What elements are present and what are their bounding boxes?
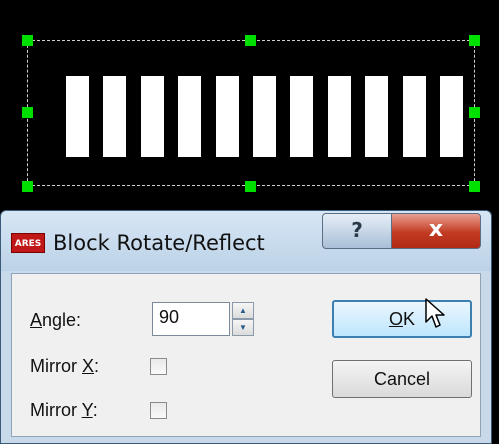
close-button[interactable]: x xyxy=(391,213,481,249)
selection-handle[interactable] xyxy=(22,107,33,118)
pad-bar xyxy=(66,76,89,157)
selection-handle[interactable] xyxy=(22,181,33,192)
ok-button[interactable]: OK xyxy=(332,300,472,338)
selection-handle[interactable] xyxy=(469,35,480,46)
mouse-cursor-icon xyxy=(425,298,445,328)
dialog-client-area: Angle: 90 ▲ ▼ Mirror X: Mirror Y: OK Can… xyxy=(11,273,481,437)
mirror-x-checkbox[interactable] xyxy=(150,358,167,375)
pad-bar xyxy=(253,76,276,157)
spin-down-button[interactable]: ▼ xyxy=(232,319,254,336)
angle-input[interactable]: 90 xyxy=(152,302,230,336)
selection-handle[interactable] xyxy=(469,107,480,118)
block-rotate-reflect-dialog: ARES Block Rotate/Reflect ? x Angle: 90 … xyxy=(0,210,492,444)
design-canvas[interactable] xyxy=(0,0,499,210)
selection-handle[interactable] xyxy=(22,35,33,46)
dialog-title: Block Rotate/Reflect xyxy=(53,231,265,255)
angle-label: Angle: xyxy=(30,310,82,330)
pad-bar xyxy=(216,76,239,157)
selection-handle[interactable] xyxy=(469,181,480,192)
pad-bar xyxy=(141,76,164,157)
pad-bar xyxy=(365,76,388,157)
mirror-y-label: Mirror Y: xyxy=(30,400,98,420)
cancel-button[interactable]: Cancel xyxy=(332,360,472,398)
pad-bar xyxy=(290,76,313,157)
selection-handle[interactable] xyxy=(245,35,256,46)
title-bar[interactable]: ARES Block Rotate/Reflect ? x xyxy=(1,211,491,271)
help-button[interactable]: ? xyxy=(322,213,392,249)
pad-bar xyxy=(440,76,463,157)
ares-app-icon: ARES xyxy=(11,233,45,253)
mirror-x-label: Mirror X: xyxy=(30,356,100,376)
pad-bar xyxy=(328,76,351,157)
spin-up-button[interactable]: ▲ xyxy=(232,302,254,319)
selection-handle[interactable] xyxy=(245,181,256,192)
pad-bar xyxy=(178,76,201,157)
mirror-y-checkbox[interactable] xyxy=(150,402,167,419)
pad-bar xyxy=(103,76,126,157)
pad-bar xyxy=(403,76,426,157)
angle-spinner: ▲ ▼ xyxy=(232,302,254,336)
